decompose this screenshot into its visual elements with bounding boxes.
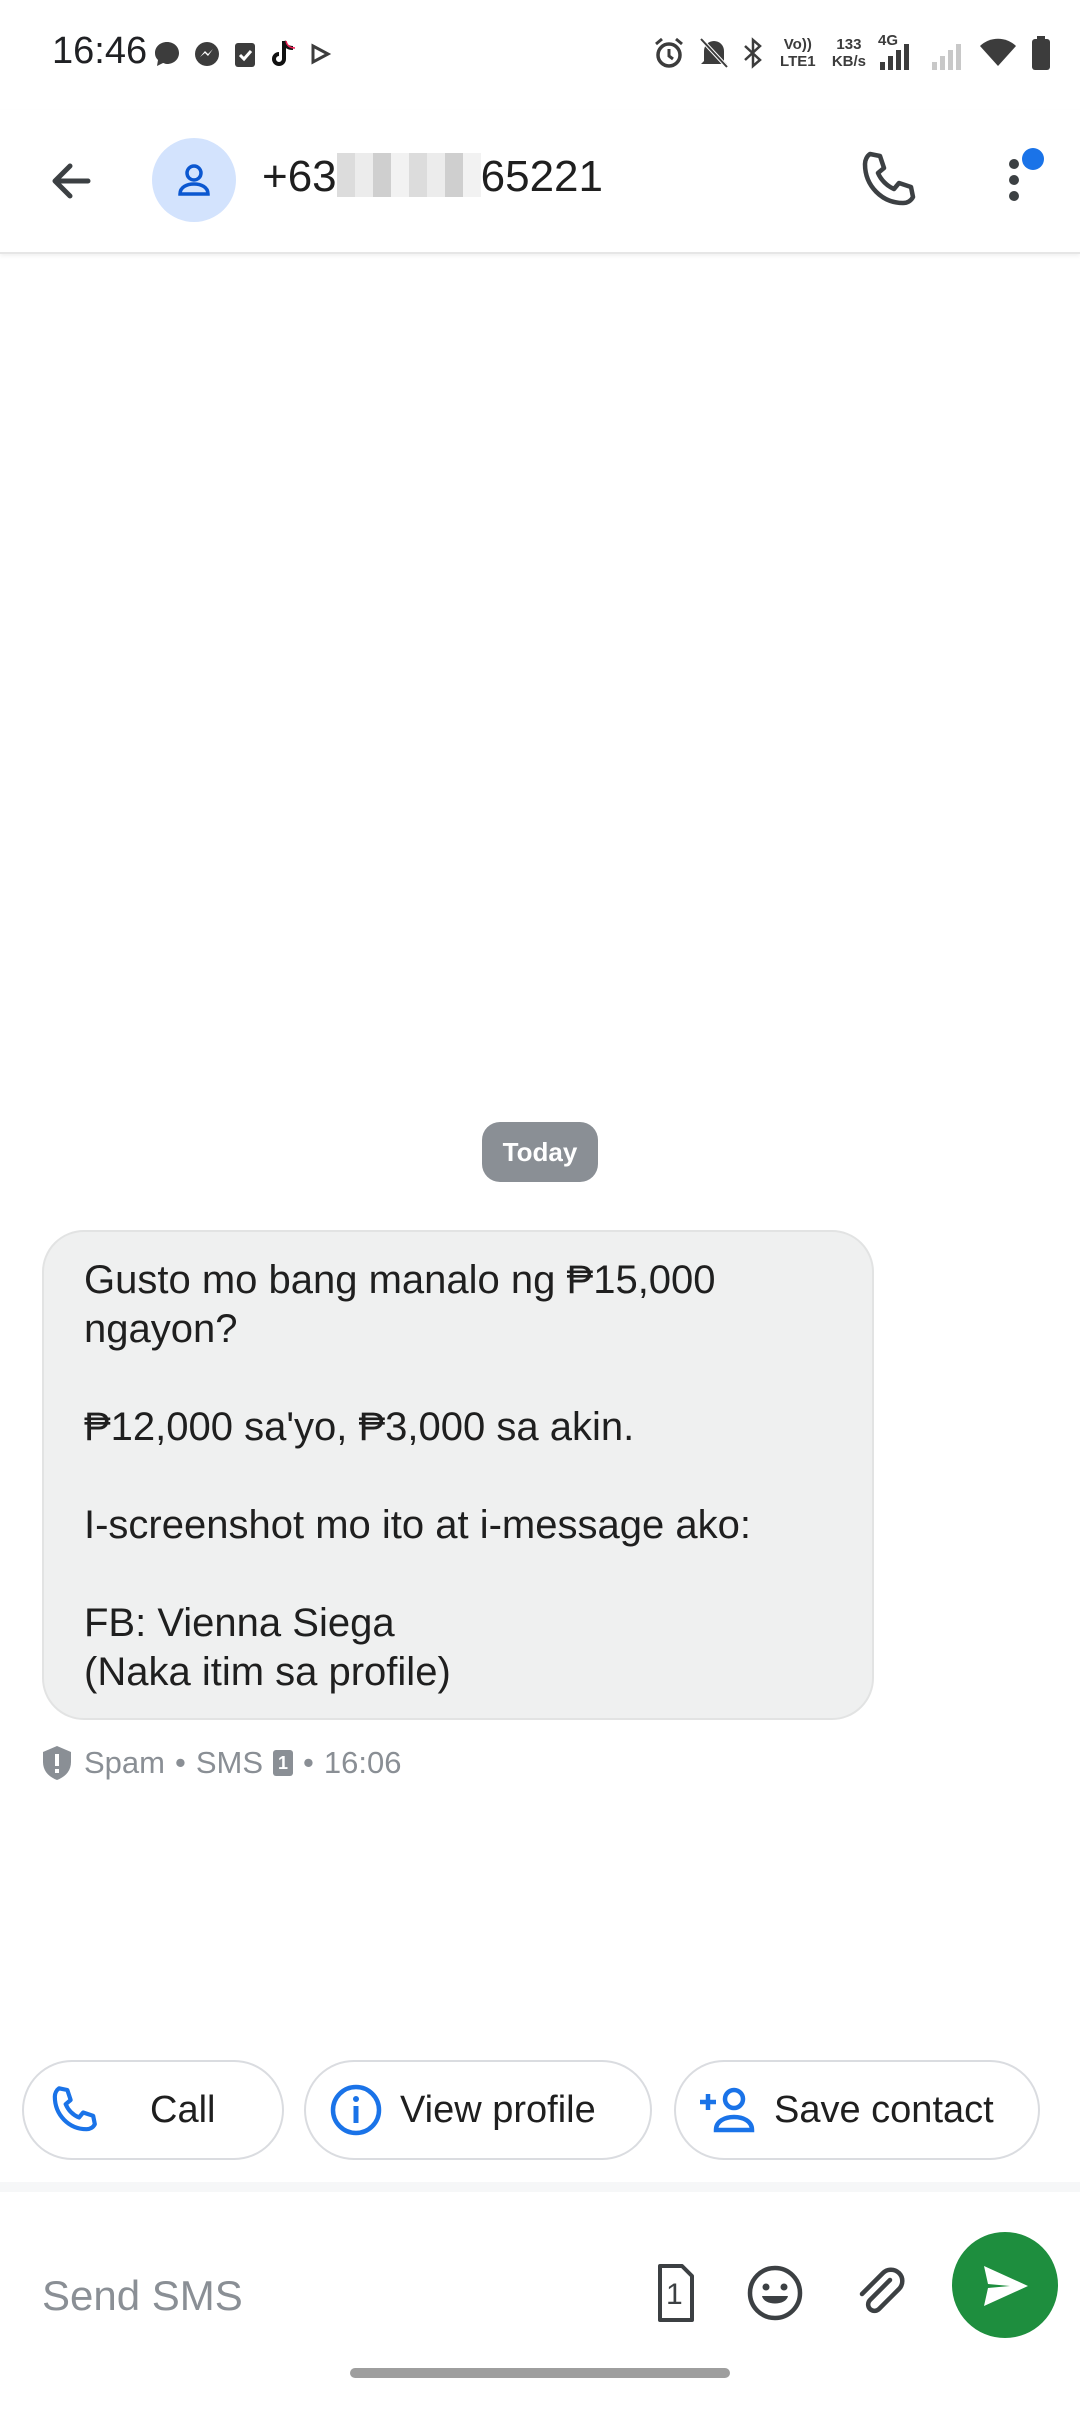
- message-line: [84, 1452, 832, 1501]
- message-line: Gusto mo bang manalo ng ₱15,000: [84, 1258, 716, 1302]
- incoming-message-bubble[interactable]: Gusto mo bang manalo ng ₱15,000 ngayon? …: [42, 1230, 874, 1720]
- signal-sim2-icon: [932, 44, 961, 70]
- net-speed-value: 133: [836, 36, 862, 53]
- message-line: [84, 1354, 832, 1403]
- sim-badge: 1: [273, 1750, 294, 1776]
- save-contact-chip-label: Save contact: [774, 2088, 994, 2131]
- spam-label: Spam: [84, 1745, 165, 1780]
- messenger-icon: [195, 42, 219, 66]
- call-chip[interactable]: Call: [22, 2060, 284, 2160]
- notification-icons: [152, 38, 332, 70]
- separator: •: [303, 1745, 314, 1780]
- avatar[interactable]: [152, 138, 236, 222]
- save-contact-chip[interactable]: Save contact: [674, 2060, 1040, 2160]
- message-line: ₱12,000 sa'yo, ₱3,000 sa akin.: [84, 1405, 635, 1449]
- view-profile-chip[interactable]: View profile: [304, 2060, 652, 2160]
- signal-4g: 4G: [878, 32, 918, 72]
- message-line: I-screenshot mo ito at i-message ako:: [84, 1503, 751, 1547]
- notification-badge: [1022, 148, 1044, 170]
- channel-label: SMS: [195, 1745, 264, 1780]
- net-speed-unit: KB/s: [831, 53, 866, 70]
- add-person-icon: [700, 2087, 755, 2133]
- play-icon: [311, 43, 332, 65]
- status-bar: 16:46 Vo)) LTE1 133 KB/s 4G: [0, 0, 1080, 110]
- home-indicator[interactable]: [350, 2368, 730, 2378]
- volte-label: Vo)) LTE1: [780, 36, 816, 70]
- send-icon: [984, 2266, 1028, 2306]
- separator: •: [174, 1745, 186, 1780]
- status-time: 16:46: [52, 30, 148, 72]
- bluetooth-icon: [743, 37, 762, 69]
- clipboard-icon: [235, 43, 255, 67]
- view-profile-chip-label: View profile: [400, 2088, 596, 2131]
- messenger-bubble-icon: [155, 42, 179, 66]
- alarm-icon: [654, 37, 683, 68]
- message-line: ngayon?: [84, 1307, 238, 1351]
- info-icon: [330, 2084, 382, 2136]
- mute-icon: [699, 37, 729, 69]
- message-input[interactable]: Send SMS: [42, 2272, 243, 2320]
- date-divider: Today: [482, 1122, 598, 1182]
- redacted-digits: [336, 153, 481, 197]
- wifi-icon: [980, 38, 1016, 66]
- sim-select-number: 1: [666, 2278, 683, 2311]
- tiktok-icon: [272, 40, 296, 66]
- contact-number[interactable]: +63 65221: [262, 152, 603, 202]
- system-icons: Vo)) LTE1 133 KB/s 4G: [652, 32, 1052, 72]
- shield-icon: [43, 1746, 71, 1780]
- message-line: (Naka itim sa profile): [84, 1650, 451, 1694]
- attach-icon[interactable]: [846, 2258, 916, 2328]
- message-line: FB: Vienna Siega: [84, 1601, 395, 1645]
- back-arrow-icon[interactable]: [40, 146, 110, 216]
- message-line: [84, 1550, 832, 1599]
- number-prefix: +63: [262, 152, 337, 201]
- message-time: 16:06: [323, 1745, 402, 1780]
- conversation-header: +63 65221: [0, 110, 1080, 254]
- phone-icon: [52, 2086, 97, 2132]
- person-icon: [178, 164, 210, 196]
- emoji-icon[interactable]: [740, 2258, 810, 2328]
- send-button[interactable]: [952, 2232, 1058, 2338]
- signal-icon: [880, 44, 909, 70]
- sim-select-icon[interactable]: 1: [638, 2258, 708, 2328]
- message-meta: Spam • SMS 1 • 16:06: [40, 1744, 401, 1782]
- call-chip-label: Call: [150, 2088, 216, 2131]
- battery-icon: [1032, 36, 1050, 70]
- net-speed: 133 KB/s: [832, 36, 866, 70]
- phone-icon[interactable]: [852, 144, 924, 216]
- number-suffix: 65221: [480, 152, 603, 201]
